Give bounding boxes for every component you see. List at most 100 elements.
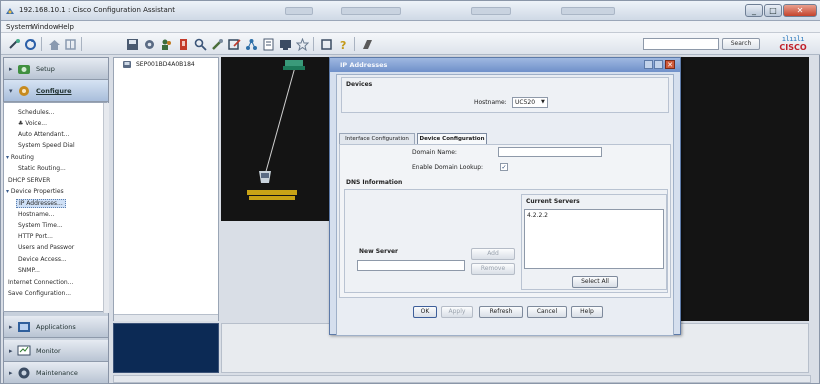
layout-icon[interactable] xyxy=(63,37,77,51)
document-icon[interactable] xyxy=(261,37,275,51)
app-window: 192.168.10.1 : Cisco Configuration Assis… xyxy=(0,0,820,384)
refresh-button[interactable]: Refresh xyxy=(479,306,523,318)
hostname-select[interactable]: UC520 ▼ xyxy=(512,97,548,108)
select-all-button[interactable]: Select All xyxy=(572,276,618,288)
nav-maintenance-label: Maintenance xyxy=(36,369,78,377)
nav-setup[interactable]: ▸ Setup xyxy=(4,58,108,80)
nav-applications[interactable]: ▸ Applications xyxy=(4,316,108,338)
horizontal-scrollbar[interactable] xyxy=(113,375,811,383)
domain-lookup-checkbox[interactable]: ✓ xyxy=(500,163,508,171)
menu-system[interactable]: System xyxy=(6,23,32,31)
tree-item[interactable]: Hostname... xyxy=(18,211,54,218)
users-icon[interactable] xyxy=(159,37,173,51)
topology-canvas-right xyxy=(681,57,809,321)
tree-item[interactable]: ♣ Voice... xyxy=(18,120,47,127)
remove-server-button[interactable]: Remove xyxy=(471,263,515,275)
tree-item[interactable]: HTTP Port... xyxy=(18,233,53,240)
minimize-button[interactable]: _ xyxy=(745,4,763,17)
nav-maintenance[interactable]: ▸ Maintenance xyxy=(4,362,108,384)
dns-information-header: DNS Information xyxy=(346,179,403,186)
search-tool-icon[interactable] xyxy=(193,37,207,51)
nav-configure[interactable]: ▾ Configure xyxy=(4,80,108,102)
tree-item[interactable]: Device Access... xyxy=(18,256,67,263)
tree-item[interactable]: Save Configuration... xyxy=(8,290,71,297)
new-server-input[interactable] xyxy=(357,260,465,271)
save-icon[interactable] xyxy=(125,37,139,51)
current-servers-list[interactable]: 4.2.2.2 xyxy=(524,209,664,269)
dialog-maximize-button[interactable] xyxy=(654,60,663,69)
tree-item[interactable]: Users and Passwor xyxy=(18,244,74,251)
apply-button[interactable]: Apply xyxy=(441,306,473,318)
dns-group: New Server Add Remove Current Servers 4.… xyxy=(344,189,668,293)
alert-icon[interactable] xyxy=(176,37,190,51)
tools-icon[interactable] xyxy=(210,37,224,51)
menu-window[interactable]: Window xyxy=(31,23,59,31)
tree-item[interactable]: DHCP SERVER xyxy=(8,177,50,184)
title-pill xyxy=(341,7,401,15)
tree-item[interactable]: System Speed Dial xyxy=(18,142,75,149)
tree-scrollbar[interactable] xyxy=(103,103,109,313)
search-input[interactable] xyxy=(643,38,719,50)
tree-item[interactable]: System Time... xyxy=(18,222,63,229)
svg-text:?: ? xyxy=(340,39,346,51)
menu-help[interactable]: Help xyxy=(58,23,74,31)
close-button[interactable]: ✕ xyxy=(783,4,817,17)
nav-configure-label: Configure xyxy=(36,87,72,95)
hostname-label: Hostname: xyxy=(474,99,507,106)
monitor-nav-icon xyxy=(17,345,31,356)
server-list-item[interactable]: 4.2.2.2 xyxy=(527,212,548,219)
refresh-icon[interactable] xyxy=(23,37,37,51)
network-icon[interactable] xyxy=(244,37,258,51)
nav-monitor[interactable]: ▸ Monitor xyxy=(4,340,108,362)
expand-arrow-icon: ▸ xyxy=(9,65,13,73)
maximize-button[interactable]: □ xyxy=(764,4,782,17)
edit-icon[interactable] xyxy=(227,37,241,51)
overview-thumbnail[interactable] xyxy=(113,323,219,373)
device-configuration-panel: Domain Name: Enable Domain Lookup: ✓ DNS… xyxy=(339,144,671,298)
device-list-scrollbar[interactable] xyxy=(114,314,218,321)
devices-label: Devices xyxy=(346,81,373,88)
tab-interface-configuration[interactable]: Interface Configuration xyxy=(339,133,415,144)
ip-addresses-dialog: IP Addresses ✕ Devices Hostname: UC520 ▼… xyxy=(329,57,681,336)
setup-icon xyxy=(18,65,30,74)
dialog-minimize-button[interactable] xyxy=(644,60,653,69)
cisco-logo-word: CISCO xyxy=(779,43,807,52)
domain-name-input[interactable] xyxy=(498,147,602,157)
star-icon[interactable] xyxy=(295,37,309,51)
device-list-item[interactable]: SEP001BD4A0B184 xyxy=(136,61,195,68)
settings-icon[interactable] xyxy=(142,37,156,51)
help-icon[interactable]: ? xyxy=(336,37,350,51)
phone-icon xyxy=(123,61,131,68)
search-button[interactable]: Search xyxy=(722,38,760,50)
cancel-button[interactable]: Cancel xyxy=(527,306,567,318)
tree-group[interactable]: ▾ Routing xyxy=(6,154,34,161)
tree-item[interactable]: Auto Attendant... xyxy=(18,131,69,138)
dialog-body: Devices Hostname: UC520 ▼ Interface Conf… xyxy=(336,74,674,336)
app-icon xyxy=(6,8,14,14)
domain-name-label: Domain Name: xyxy=(412,149,457,156)
tree-group[interactable]: ▾ Device Properties xyxy=(6,188,64,195)
chevron-down-icon: ▼ xyxy=(541,99,545,105)
domain-lookup-label: Enable Domain Lookup: xyxy=(412,164,484,171)
tree-item[interactable]: Static Routing... xyxy=(18,165,66,172)
help-button[interactable]: Help xyxy=(571,306,603,318)
tree-item-selected[interactable]: IP Addresses... xyxy=(16,199,66,208)
ok-button[interactable]: OK xyxy=(413,306,437,318)
tree-item[interactable]: SNMP... xyxy=(18,267,40,274)
hostname-value: UC520 xyxy=(515,99,536,106)
maintenance-icon xyxy=(18,367,30,379)
dialog-close-button[interactable]: ✕ xyxy=(665,60,675,69)
palette-icon[interactable] xyxy=(360,37,374,51)
window-title-bar: 192.168.10.1 : Cisco Configuration Assis… xyxy=(1,1,820,21)
node-label-highlight xyxy=(247,190,297,195)
tab-device-configuration[interactable]: Device Configuration xyxy=(417,133,487,144)
tree-item[interactable]: Internet Connection... xyxy=(8,279,73,286)
window-title: 192.168.10.1 : Cisco Configuration Assis… xyxy=(19,6,175,14)
window-icon[interactable] xyxy=(319,37,333,51)
connect-icon[interactable] xyxy=(7,37,21,51)
tree-item[interactable]: Schedules... xyxy=(18,109,54,116)
home-icon[interactable] xyxy=(47,37,61,51)
title-pill xyxy=(561,7,615,15)
monitor-icon[interactable] xyxy=(278,37,292,51)
add-server-button[interactable]: Add xyxy=(471,248,515,260)
